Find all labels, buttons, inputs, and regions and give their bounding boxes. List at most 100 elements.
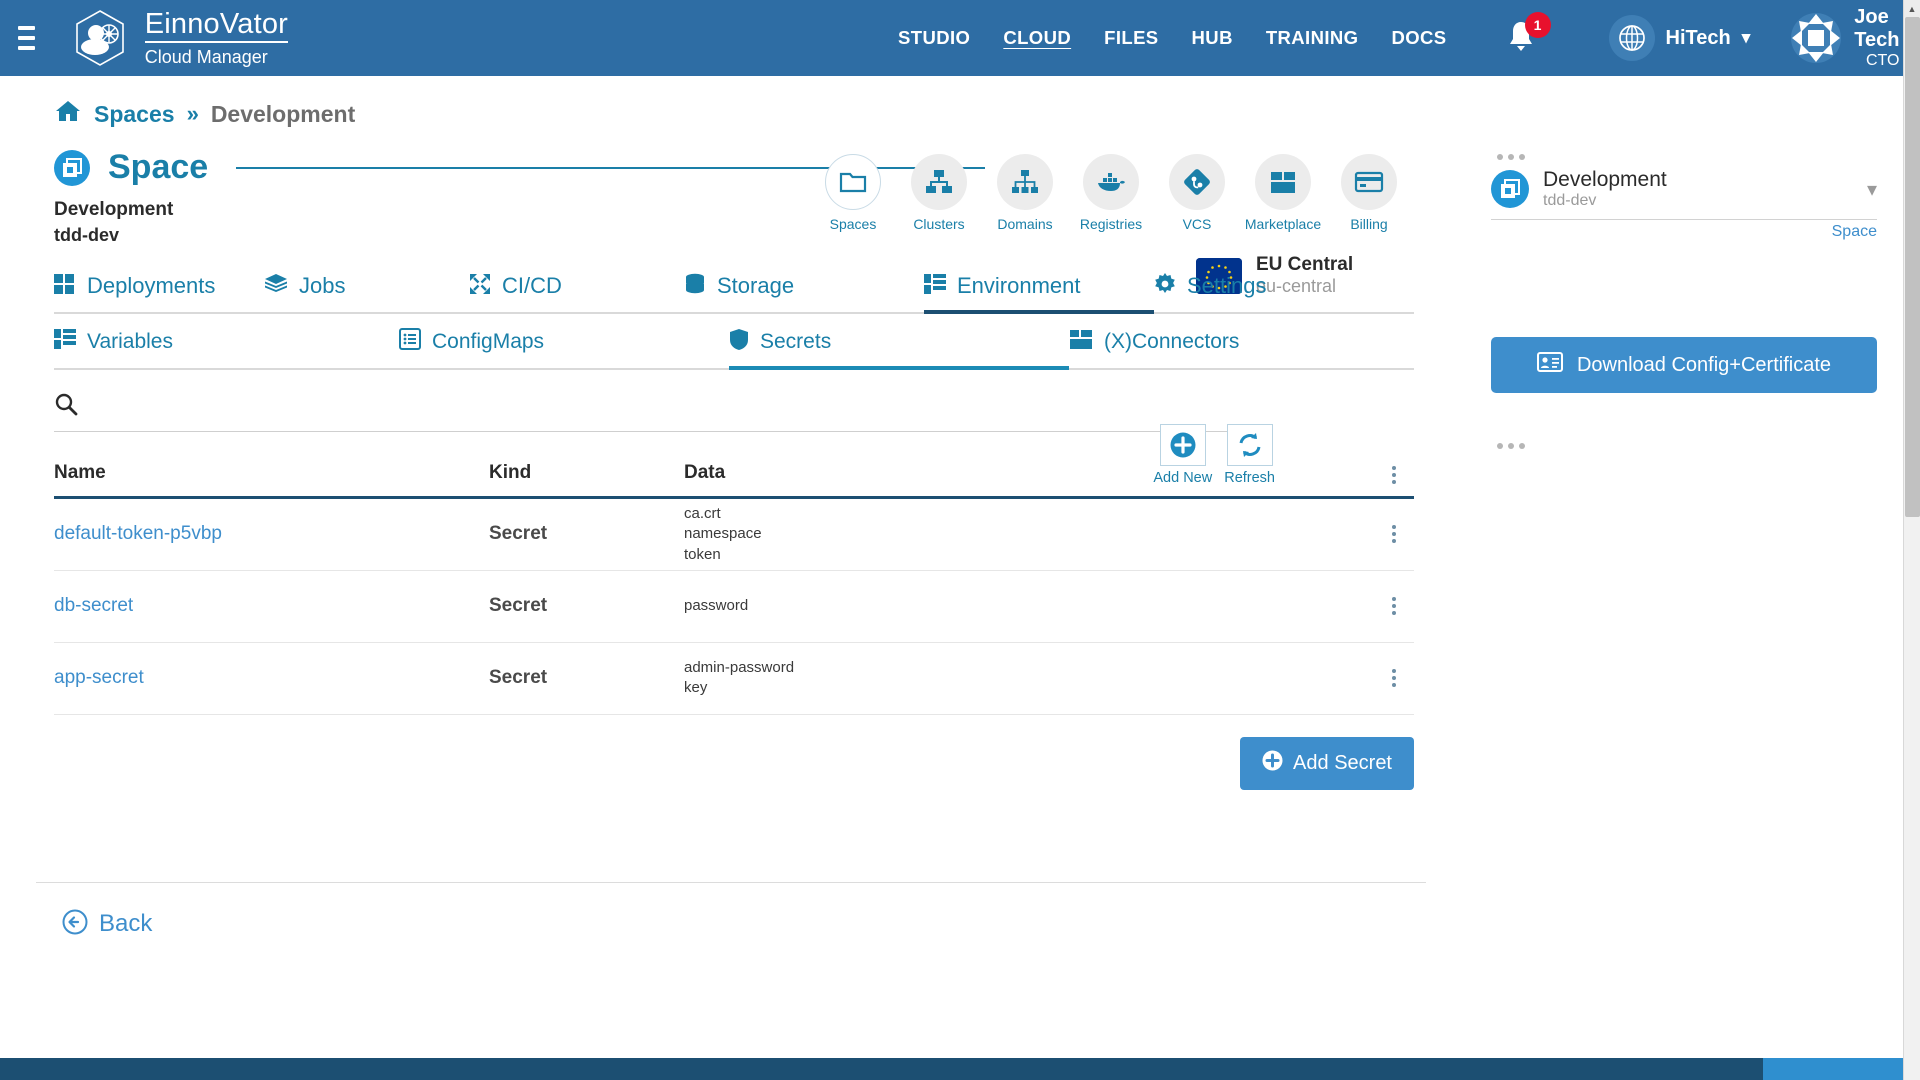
table-row: default-token-p5vbp Secret ca.crt namesp…: [54, 499, 1414, 571]
tab-deployments[interactable]: Deployments: [54, 273, 264, 312]
rail-drag-handle-secondary[interactable]: [1497, 443, 1877, 449]
rail-card-tag: Space: [1831, 223, 1877, 240]
scroll-up-arrow-icon[interactable]: ▲: [1904, 0, 1920, 17]
cluster-nodes-icon: [911, 154, 967, 210]
logo-hexagon-icon: [69, 7, 131, 69]
toolbar-item-vcs[interactable]: VCS: [1164, 154, 1230, 232]
toolbar-label: Domains: [997, 216, 1053, 232]
table-row: app-secret Secret admin-password key: [54, 643, 1414, 715]
secret-name-link[interactable]: app-secret: [54, 667, 144, 688]
subtab-variables[interactable]: Variables: [54, 328, 399, 368]
toolbar-item-marketplace[interactable]: Marketplace: [1245, 154, 1321, 232]
back-button[interactable]: Back: [62, 909, 152, 940]
row-menu-button[interactable]: [1374, 525, 1414, 544]
main-nav: STUDIO CLOUD FILES HUB TRAINING DOCS: [898, 27, 1446, 49]
toolbar-item-clusters[interactable]: Clusters: [906, 154, 972, 232]
breadcrumb-spaces[interactable]: Spaces: [94, 101, 175, 128]
tab-environment[interactable]: Environment: [924, 273, 1154, 314]
page-scrollbar[interactable]: ▲: [1903, 0, 1920, 1080]
shield-icon: [729, 328, 749, 356]
box-open-icon: [1069, 328, 1093, 355]
compress-arrows-icon: [469, 273, 491, 300]
brand-subtitle: Cloud Manager: [144, 46, 268, 67]
search-input[interactable]: [92, 395, 1192, 417]
list-actions: Add New Refresh: [1153, 424, 1275, 486]
database-icon: [684, 273, 706, 300]
toolbar-label: Spaces: [829, 216, 877, 232]
toolbar-item-domains[interactable]: Domains: [992, 154, 1058, 232]
nav-item-training[interactable]: TRAINING: [1266, 27, 1359, 49]
credit-card-icon: [1341, 154, 1397, 210]
refresh-button[interactable]: Refresh: [1224, 424, 1275, 486]
user-menu[interactable]: Joe Tech CTO ▾: [1790, 6, 1920, 70]
secret-data: ca.crt namespace token: [684, 505, 762, 563]
secret-data: password: [684, 597, 749, 615]
tab-jobs[interactable]: Jobs: [264, 273, 469, 312]
plus-circle-icon: [1159, 424, 1206, 466]
table-header-menu[interactable]: [1374, 465, 1414, 484]
nav-item-hub[interactable]: HUB: [1192, 27, 1233, 49]
secondary-tabs: Variables ConfigMaps Secrets (X)Connecto…: [54, 328, 1414, 370]
table-list-icon: [54, 329, 76, 354]
chevron-down-icon[interactable]: ▾: [1867, 177, 1877, 202]
tab-cicd[interactable]: CI/CD: [469, 273, 684, 312]
sitemap-icon: [997, 154, 1053, 210]
kebab-menu-icon: [1392, 525, 1396, 544]
folder-icon: [825, 154, 881, 210]
nav-item-files[interactable]: FILES: [1104, 27, 1158, 49]
id-card-icon: [1536, 352, 1563, 378]
subtab-xconnectors[interactable]: (X)Connectors: [1069, 328, 1239, 368]
tab-storage[interactable]: Storage: [684, 273, 924, 312]
rail-card-subtitle: tdd-dev: [1543, 192, 1597, 209]
search-bar: [54, 392, 1229, 432]
toolbar-item-registries[interactable]: Registries: [1078, 154, 1144, 232]
breadcrumb-current: Development: [210, 100, 356, 127]
subtab-configmaps[interactable]: ConfigMaps: [399, 328, 729, 368]
home-icon[interactable]: [54, 99, 82, 130]
brand-name: EinnoVator: [144, 9, 289, 43]
tab-label: Storage: [717, 273, 795, 299]
row-menu-button[interactable]: [1374, 669, 1414, 688]
subtab-secrets[interactable]: Secrets: [729, 328, 1069, 370]
toolbar-item-spaces[interactable]: Spaces: [820, 154, 886, 232]
add-secret-label: Add Secret: [1293, 751, 1392, 774]
add-secret-button[interactable]: Add Secret: [1240, 736, 1414, 790]
secret-name-link[interactable]: default-token-p5vbp: [54, 523, 222, 544]
grid-icon: [54, 273, 76, 299]
subtab-label: ConfigMaps: [432, 329, 545, 353]
region-code: eu-central: [1256, 276, 1337, 296]
nav-item-cloud[interactable]: CLOUD: [1003, 27, 1071, 49]
org-switcher[interactable]: HiTech ▾: [1608, 15, 1750, 61]
subtab-label: (X)Connectors: [1104, 329, 1240, 353]
rail-drag-handle[interactable]: [1497, 154, 1877, 160]
secret-name-link[interactable]: db-secret: [54, 595, 133, 616]
table-row: db-secret Secret password: [54, 571, 1414, 643]
right-rail: Development tdd-dev ▾ Space Download Con…: [1465, 76, 1903, 1080]
brand-logo[interactable]: EinnoVator Cloud Manager: [69, 7, 289, 69]
row-menu-button[interactable]: [1374, 597, 1414, 616]
nav-item-studio[interactable]: STUDIO: [898, 27, 970, 49]
nav-item-docs[interactable]: DOCS: [1391, 27, 1446, 49]
tab-settings[interactable]: Settings: [1154, 272, 1267, 312]
tab-label: Jobs: [299, 273, 346, 299]
scrollbar-thumb[interactable]: [1905, 17, 1920, 517]
space-icon: [54, 149, 90, 186]
download-label: Download Config+Certificate: [1576, 353, 1832, 376]
hamburger-icon[interactable]: [18, 21, 35, 55]
breadcrumb: Spaces » Development: [0, 94, 1465, 134]
box-open-icon: [1255, 154, 1311, 210]
toolbar-label: Clusters: [913, 216, 965, 232]
back-label: Back: [99, 910, 153, 938]
column-header-kind: Kind: [489, 461, 532, 483]
arrow-left-circle-icon: [62, 909, 88, 940]
secrets-table: Name Kind Data default-token-p5vbp Secre…: [54, 462, 1414, 715]
kebab-menu-icon: [1392, 597, 1396, 616]
secret-kind: Secret: [489, 523, 548, 545]
subtab-label: Secrets: [760, 329, 832, 353]
download-config-certificate-button[interactable]: Download Config+Certificate: [1491, 337, 1877, 393]
rail-space-card[interactable]: Development tdd-dev ▾: [1491, 168, 1877, 220]
toolbar-item-billing[interactable]: Billing: [1336, 154, 1402, 232]
add-new-button[interactable]: Add New: [1153, 424, 1212, 486]
refresh-icon: [1226, 424, 1273, 466]
notifications-button[interactable]: 1: [1505, 12, 1551, 58]
